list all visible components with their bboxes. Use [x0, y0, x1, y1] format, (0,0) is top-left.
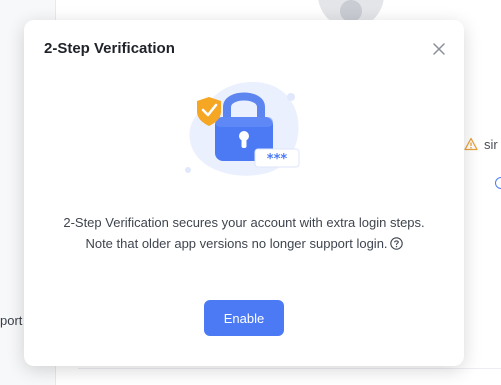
- background-warning-text: sir: [484, 137, 498, 152]
- close-icon: [433, 43, 445, 55]
- background-warning: sir: [464, 137, 498, 152]
- warning-icon: [464, 137, 478, 151]
- background-info-icon: [495, 177, 501, 189]
- security-illustration: ***: [179, 73, 309, 183]
- two-step-verification-dialog: 2-Step Verification *** 2-Step Verificat…: [24, 20, 464, 366]
- background-left-text: port: [0, 313, 23, 328]
- background-strip: [78, 368, 501, 385]
- close-button[interactable]: [430, 40, 448, 58]
- help-icon[interactable]: [389, 235, 403, 250]
- dialog-description: 2-Step Verification secures your account…: [54, 212, 434, 254]
- password-mask: ***: [267, 152, 288, 167]
- dialog-title: 2-Step Verification: [44, 40, 175, 57]
- dialog-description-text: 2-Step Verification secures your account…: [63, 215, 425, 251]
- enable-button[interactable]: Enable: [204, 300, 284, 336]
